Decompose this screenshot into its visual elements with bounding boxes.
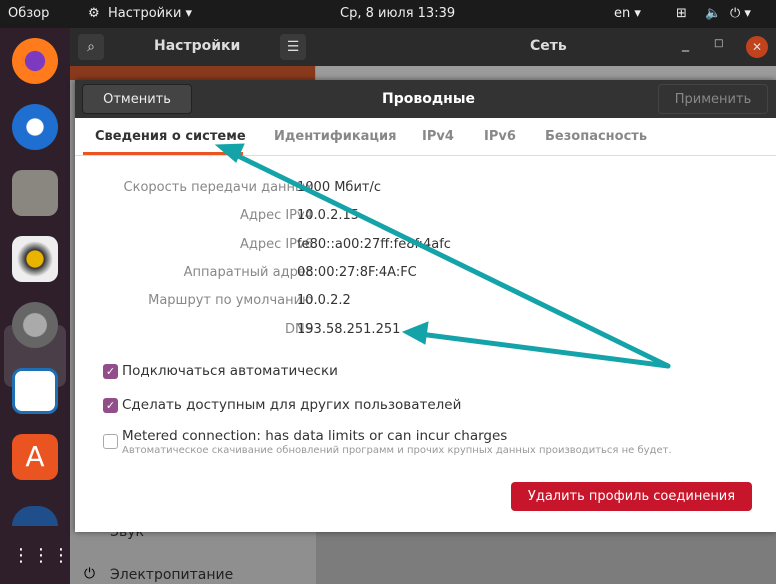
arrow-head bbox=[401, 321, 429, 345]
arrow-to-details-tab bbox=[229, 150, 671, 369]
annotation-arrows bbox=[214, 143, 671, 369]
